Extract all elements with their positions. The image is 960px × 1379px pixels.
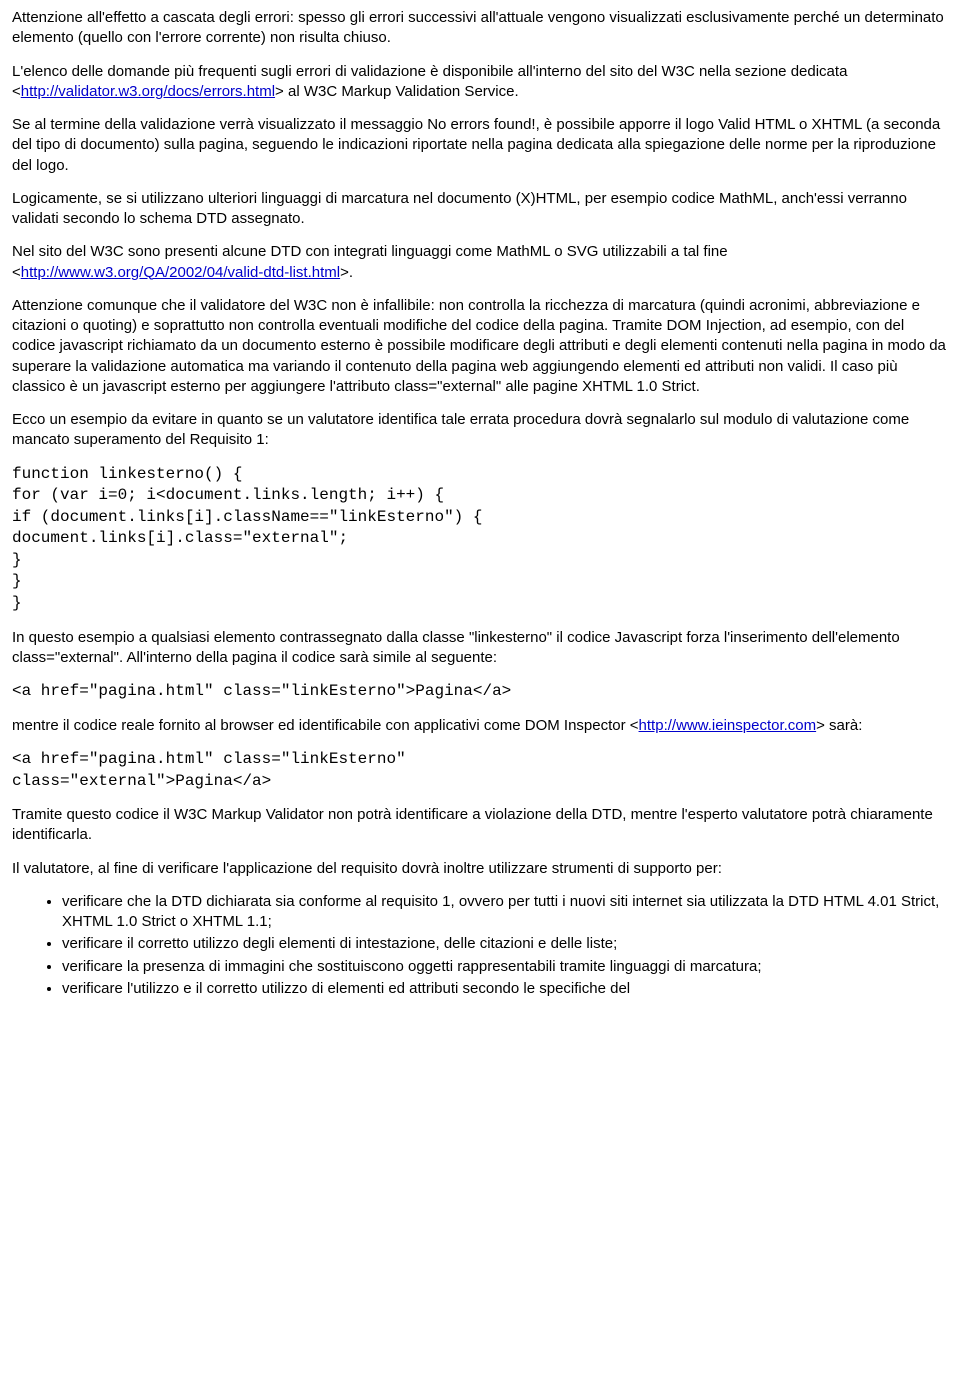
list-item: verificare che la DTD dichiarata sia con… xyxy=(62,892,948,933)
link-validator-errors[interactable]: http://validator.w3.org/docs/errors.html xyxy=(21,83,275,100)
bullet-list: verificare che la DTD dichiarata sia con… xyxy=(12,892,948,999)
list-item: verificare il corretto utilizzo degli el… xyxy=(62,934,948,954)
paragraph: Il valutatore, al fine di verificare l'a… xyxy=(12,859,948,879)
text: mentre il codice reale fornito al browse… xyxy=(12,717,639,734)
paragraph: Se al termine della validazione verrà vi… xyxy=(12,115,948,176)
link-valid-dtd-list[interactable]: http://www.w3.org/QA/2002/04/valid-dtd-l… xyxy=(21,264,340,281)
paragraph: In questo esempio a qualsiasi elemento c… xyxy=(12,628,948,669)
code-block: function linkesterno() { for (var i=0; i… xyxy=(12,464,948,615)
paragraph: L'elenco delle domande più frequenti sug… xyxy=(12,62,948,103)
paragraph: Attenzione comunque che il validatore de… xyxy=(12,296,948,397)
text: > sarà: xyxy=(816,717,862,734)
link-ieinspector[interactable]: http://www.ieinspector.com xyxy=(639,717,817,734)
paragraph: Tramite questo codice il W3C Markup Vali… xyxy=(12,805,948,846)
list-item: verificare la presenza di immagini che s… xyxy=(62,957,948,977)
paragraph: Attenzione all'effetto a cascata degli e… xyxy=(12,8,948,49)
paragraph: Nel sito del W3C sono presenti alcune DT… xyxy=(12,242,948,283)
text: > al W3C Markup Validation Service. xyxy=(275,83,519,100)
list-item: verificare l'utilizzo e il corretto util… xyxy=(62,979,948,999)
code-block: <a href="pagina.html" class="linkEsterno… xyxy=(12,749,948,792)
paragraph: Logicamente, se si utilizzano ulteriori … xyxy=(12,189,948,230)
code-block: <a href="pagina.html" class="linkEsterno… xyxy=(12,681,948,703)
paragraph: mentre il codice reale fornito al browse… xyxy=(12,716,948,736)
paragraph: Ecco un esempio da evitare in quanto se … xyxy=(12,410,948,451)
text: >. xyxy=(340,264,353,281)
